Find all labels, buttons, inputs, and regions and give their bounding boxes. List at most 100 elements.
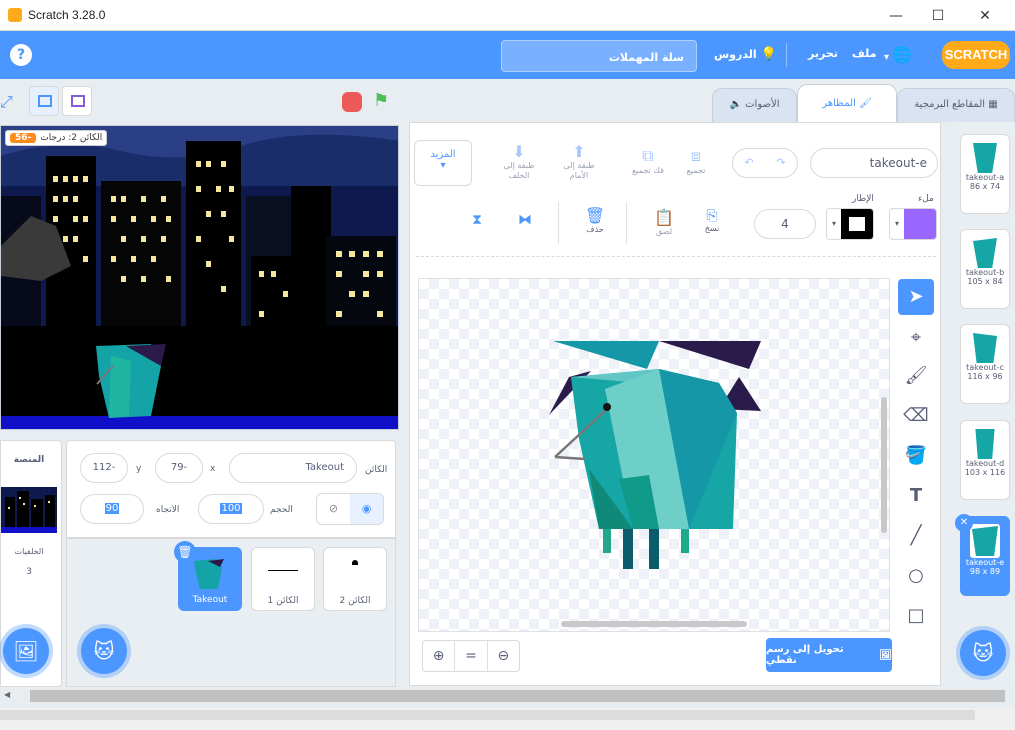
- choose-costume-button[interactable]: 🐱: [960, 630, 1006, 676]
- group-icon: ⧈: [690, 146, 702, 165]
- toolbar-divider: [558, 202, 559, 244]
- canvas-hscroll[interactable]: [561, 621, 747, 627]
- scroll-left-icon[interactable]: ◀: [4, 690, 10, 699]
- delete-label: حذف: [586, 225, 604, 234]
- delete-sprite-icon[interactable]: 🗑: [174, 541, 196, 563]
- circle-tool-icon[interactable]: ○: [898, 558, 934, 594]
- copy-button[interactable]: ⎘ نسخ: [700, 208, 724, 234]
- costume-card-c[interactable]: takeout-c 116 x 96: [960, 324, 1010, 404]
- y-input[interactable]: 112-: [80, 453, 128, 483]
- tab-sounds[interactable]: 🔈 الأصوات: [712, 88, 797, 122]
- stage-header: ⤢ ⚑: [0, 79, 408, 123]
- chevron-down-icon: ▾: [440, 160, 446, 171]
- group-button[interactable]: ⧈ تجميع: [676, 146, 716, 176]
- more-menu-button[interactable]: المزيد ▾: [414, 140, 472, 186]
- sprite-name-input[interactable]: Takeout: [229, 453, 357, 483]
- outline-width-input[interactable]: 4: [754, 209, 816, 239]
- direction-value: 90: [104, 503, 120, 514]
- chevron-down-icon: ▾: [884, 52, 890, 63]
- eraser-tool-icon[interactable]: ⌫: [898, 398, 934, 434]
- costume-name: takeout-c: [966, 363, 1004, 372]
- scratch-logo[interactable]: SCRATCH: [942, 41, 1010, 69]
- brush-tool-icon[interactable]: 🖌: [898, 358, 934, 394]
- paint-canvas[interactable]: [418, 278, 890, 632]
- speaker-icon: 🔈: [729, 99, 742, 110]
- sprite-thumb-1[interactable]: الكائن 1: [251, 547, 315, 611]
- tab-costumes[interactable]: المظاهر 🖌: [797, 84, 897, 122]
- project-title-input[interactable]: سلة المهملات: [501, 40, 697, 72]
- stage-scene: [1, 126, 398, 429]
- horizontal-scrollbar[interactable]: ◀: [0, 688, 1015, 708]
- outline-color-picker[interactable]: ▾: [826, 208, 874, 240]
- minimize-button[interactable]: —: [886, 6, 906, 26]
- group-label: تجميع: [686, 166, 706, 175]
- show-sprite-eye-icon[interactable]: ◉: [350, 494, 383, 524]
- ungroup-button[interactable]: ⧉ فك تجميع: [624, 146, 672, 176]
- tutorials-menu[interactable]: الدروس 💡: [714, 47, 777, 62]
- choose-backdrop-button[interactable]: 🖼: [3, 628, 49, 674]
- flip-horizontal-icon[interactable]: ⧓: [514, 212, 536, 228]
- stop-icon[interactable]: [342, 92, 362, 112]
- stage[interactable]: 56- الكائن 2: درجات: [0, 125, 399, 430]
- fullscreen-icon[interactable]: ⤢: [0, 87, 20, 117]
- small-stage-button[interactable]: [29, 86, 59, 116]
- costume-card-d[interactable]: takeout-d 103 x 116: [960, 420, 1010, 500]
- more-label: المزيد: [430, 149, 456, 160]
- convert-to-bitmap-button[interactable]: تحويل إلى رسم نقطي 🖼: [766, 638, 892, 672]
- visibility-toggle: ◉ ⊘: [316, 493, 384, 525]
- zoom-out-icon[interactable]: ⊖: [488, 641, 519, 671]
- scroll-thumb[interactable]: [30, 690, 1005, 702]
- backward-label: طبقة إلى الخلف: [503, 161, 535, 180]
- redo-icon[interactable]: ↷: [765, 149, 797, 177]
- costume-card-b[interactable]: takeout-b 105 x 84: [960, 229, 1010, 309]
- bottom-scroll-track: [0, 710, 975, 720]
- undo-icon[interactable]: ↶: [733, 149, 765, 177]
- arrow-down-icon: ⬇: [512, 142, 526, 161]
- fill-color-picker[interactable]: ▾: [889, 208, 937, 240]
- tab-code-label: المقاطع البرمجية: [914, 99, 986, 110]
- lightbulb-icon: 💡: [760, 47, 777, 62]
- direction-label: الاتجاه: [156, 505, 180, 515]
- x-input[interactable]: 79-: [155, 453, 203, 483]
- close-window-button[interactable]: ✕: [975, 6, 995, 26]
- large-stage-button[interactable]: [62, 86, 92, 116]
- copy-label: نسخ: [704, 224, 720, 233]
- window-title: Scratch 3.28.0: [28, 8, 106, 22]
- reshape-tool-icon[interactable]: ⌖: [898, 320, 934, 356]
- language-menu[interactable]: ▾ 🌐: [884, 45, 912, 64]
- rectangle-tool-icon[interactable]: □: [898, 598, 934, 634]
- forward-button[interactable]: ⬆ طبقة إلى الأمام: [556, 142, 602, 181]
- size-input[interactable]: 100: [198, 494, 264, 524]
- hide-sprite-icon[interactable]: ⊘: [317, 494, 350, 524]
- canvas-vscroll[interactable]: [881, 397, 887, 533]
- sprite-thumb-label: الكائن 2: [339, 596, 371, 606]
- line-tool-icon[interactable]: ╱: [898, 518, 934, 554]
- zoom-reset-icon[interactable]: =: [455, 641, 488, 671]
- takeout-costume-drawing: [549, 341, 761, 569]
- tab-code[interactable]: المقاطع البرمجية ▦: [897, 88, 1015, 122]
- flip-vertical-icon[interactable]: ⧗: [466, 212, 488, 228]
- large-stage-icon: [71, 95, 85, 107]
- costume-d-thumb: [975, 429, 995, 459]
- text-tool-icon[interactable]: T: [898, 478, 934, 514]
- costume-card-a[interactable]: takeout-a 86 x 74: [960, 134, 1010, 214]
- delete-costume-icon[interactable]: ✕: [955, 514, 973, 532]
- edit-menu[interactable]: تحرير: [808, 47, 838, 60]
- fill-bucket-tool-icon[interactable]: 🪣: [898, 438, 934, 474]
- direction-input[interactable]: 90: [80, 494, 144, 524]
- paste-button[interactable]: 📋 لصق: [652, 208, 676, 237]
- choose-sprite-button[interactable]: 🐱: [81, 628, 127, 674]
- backward-button[interactable]: ⬇ طبقة إلى الخلف: [496, 142, 542, 181]
- select-tool-arrow-icon[interactable]: ➤: [898, 279, 934, 315]
- chevron-down-icon: ▾: [894, 219, 899, 228]
- maximize-button[interactable]: ☐: [928, 6, 948, 26]
- outline-color-swatch: [841, 209, 873, 239]
- delete-button[interactable]: 🗑 حذف: [582, 206, 608, 235]
- sprite-thumb-2[interactable]: الكائن 2: [323, 547, 387, 611]
- file-menu[interactable]: ملف: [852, 47, 876, 60]
- costume-size: 105 x 84: [967, 277, 1003, 286]
- help-icon[interactable]: ?: [10, 44, 32, 66]
- zoom-in-icon[interactable]: ⊕: [423, 641, 456, 671]
- green-flag-icon[interactable]: ⚑: [373, 90, 395, 112]
- costume-name-input[interactable]: takeout-e: [810, 148, 938, 178]
